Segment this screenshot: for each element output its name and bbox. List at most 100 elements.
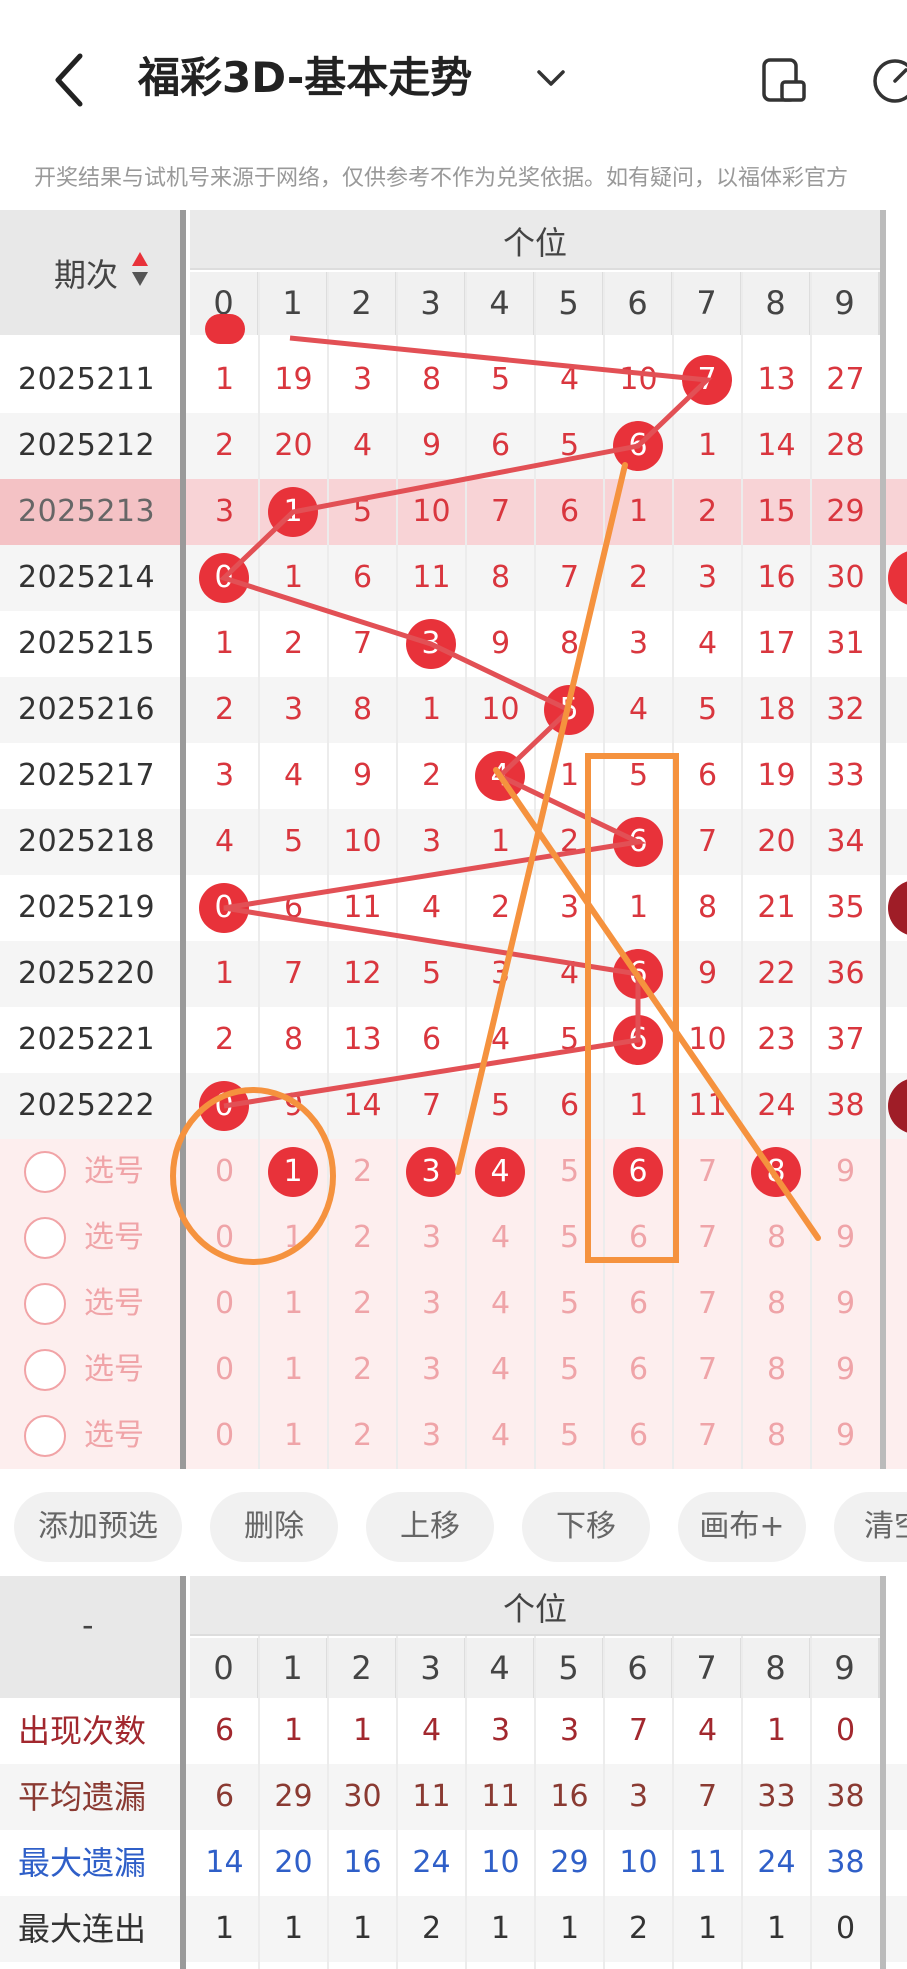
pick-digit[interactable]: 0 <box>190 1139 259 1205</box>
omission-cell: 23 <box>757 1022 796 1057</box>
pick-digit[interactable]: 8 <box>742 1271 811 1337</box>
period-header[interactable]: 期次 <box>0 210 180 335</box>
sort-icon[interactable] <box>130 250 150 290</box>
omission-cell: 8 <box>697 890 718 925</box>
pick-digit[interactable]: 6 <box>604 1205 673 1271</box>
pick-radio-button[interactable] <box>24 1349 66 1391</box>
pick-digit[interactable]: 5 <box>535 1337 604 1403</box>
pick-digit[interactable]: 4 <box>466 1271 535 1337</box>
pick-digit[interactable]: 2 <box>328 1205 397 1271</box>
pick-digit[interactable]: 7 <box>673 1403 742 1469</box>
digit-column-header[interactable]: 3 <box>397 272 466 335</box>
period-cell: 2025213 <box>0 479 180 545</box>
omission-cell: 8 <box>490 560 511 595</box>
stats-value: 1 <box>697 1911 718 1946</box>
pick-digit[interactable]: 2 <box>328 1337 397 1403</box>
pick-digit[interactable]: 4 <box>466 1205 535 1271</box>
pick-digit[interactable]: 5 <box>535 1205 604 1271</box>
pick-digit[interactable]: 9 <box>811 1205 880 1271</box>
omission-cell: 3 <box>352 362 373 397</box>
pick-digit[interactable]: 3 <box>397 1205 466 1271</box>
pick-digit[interactable]: 3 <box>397 1337 466 1403</box>
pick-digit[interactable]: 1 <box>259 1403 328 1469</box>
pick-digit[interactable]: 4 <box>466 1337 535 1403</box>
chevron-down-icon[interactable] <box>536 66 566 90</box>
pick-digit[interactable]: 4 <box>466 1403 535 1469</box>
pick-digit[interactable]: 7 <box>673 1271 742 1337</box>
omission-cell: 7 <box>490 494 511 529</box>
gauge-icon[interactable] <box>870 56 907 106</box>
pick-digit[interactable]: 1 <box>259 1337 328 1403</box>
omission-cell: 11 <box>343 890 382 925</box>
pick-digit-selected[interactable]: 1 <box>268 1147 318 1197</box>
digit-column-header[interactable]: 1 <box>259 272 328 335</box>
pick-digit[interactable]: 0 <box>190 1337 259 1403</box>
toolbar-button[interactable]: 删除 <box>210 1492 338 1562</box>
pick-digit[interactable]: 6 <box>604 1403 673 1469</box>
page-title[interactable]: 福彩3D-基本走势 <box>138 50 472 106</box>
pick-digit[interactable]: 9 <box>811 1403 880 1469</box>
pick-digit-selected[interactable]: 4 <box>475 1147 525 1197</box>
pick-digit[interactable]: 0 <box>190 1205 259 1271</box>
pick-digit-selected[interactable]: 3 <box>406 1147 456 1197</box>
digit-column-header[interactable]: 7 <box>673 272 742 335</box>
pick-digit[interactable]: 2 <box>328 1271 397 1337</box>
digit-column-header[interactable]: 6 <box>604 272 673 335</box>
omission-cell: 35 <box>826 890 865 925</box>
digit-column-header[interactable]: 2 <box>328 272 397 335</box>
phone-layout-icon[interactable] <box>760 56 808 104</box>
pick-digit[interactable]: 9 <box>811 1271 880 1337</box>
stats-value: 2 <box>628 1911 649 1946</box>
omission-cell: 3 <box>628 626 649 661</box>
pick-digit[interactable]: 1 <box>259 1205 328 1271</box>
toolbar-button[interactable]: 上移 <box>366 1492 494 1562</box>
toolbar-button[interactable]: 下移 <box>522 1492 650 1562</box>
pick-digit[interactable]: 0 <box>190 1403 259 1469</box>
digit-column-header[interactable]: 8 <box>742 272 811 335</box>
pick-digit[interactable]: 8 <box>742 1205 811 1271</box>
pick-digit[interactable]: 0 <box>190 1271 259 1337</box>
pick-digit[interactable]: 8 <box>742 1403 811 1469</box>
stats-value: 10 <box>481 1845 520 1880</box>
digit-column-header[interactable]: 5 <box>535 272 604 335</box>
pick-radio-button[interactable] <box>24 1415 66 1457</box>
pick-digit[interactable]: 7 <box>673 1337 742 1403</box>
stats-digit-header: 7 <box>673 1638 742 1698</box>
pick-digit[interactable]: 7 <box>673 1139 742 1205</box>
toolbar-button[interactable]: 添加预选 <box>14 1492 182 1562</box>
pick-digit-selected[interactable]: 8 <box>751 1147 801 1197</box>
pick-digit[interactable]: 3 <box>397 1271 466 1337</box>
back-arrow-icon[interactable] <box>50 52 90 108</box>
pick-digit[interactable]: 5 <box>535 1271 604 1337</box>
digit-column-header[interactable]: 4 <box>466 272 535 335</box>
omission-cell: 3 <box>490 956 511 991</box>
drawn-number-ball: 3 <box>406 619 456 669</box>
toolbar-button[interactable]: 画布+ <box>678 1492 806 1562</box>
stats-value: 10 <box>619 1845 658 1880</box>
pick-digit[interactable]: 8 <box>742 1337 811 1403</box>
omission-cell: 1 <box>421 692 442 727</box>
omission-cell: 3 <box>697 560 718 595</box>
pick-digit[interactable]: 3 <box>397 1403 466 1469</box>
toolbar-button[interactable]: 清空 <box>834 1492 907 1562</box>
pick-digit[interactable]: 6 <box>604 1271 673 1337</box>
pick-digit[interactable]: 7 <box>673 1205 742 1271</box>
pick-digit-selected[interactable]: 6 <box>613 1147 663 1197</box>
pick-digit[interactable]: 6 <box>604 1337 673 1403</box>
pick-digit[interactable]: 9 <box>811 1337 880 1403</box>
digit-column-header[interactable]: 9 <box>811 272 880 335</box>
stats-row-label: 最大连出 <box>18 1910 147 1948</box>
pick-digit[interactable]: 1 <box>259 1271 328 1337</box>
stats-value: 1 <box>283 1911 304 1946</box>
stats-value: 24 <box>757 1845 796 1880</box>
pick-digit[interactable]: 2 <box>328 1139 397 1205</box>
pick-radio-button[interactable] <box>24 1151 66 1193</box>
pick-digit[interactable]: 5 <box>535 1139 604 1205</box>
pick-digit[interactable]: 2 <box>328 1403 397 1469</box>
stats-value: 6 <box>214 1779 235 1814</box>
drawn-number-ball: 7 <box>682 355 732 405</box>
pick-radio-button[interactable] <box>24 1283 66 1325</box>
pick-digit[interactable]: 5 <box>535 1403 604 1469</box>
pick-radio-button[interactable] <box>24 1217 66 1259</box>
pick-digit[interactable]: 9 <box>811 1139 880 1205</box>
